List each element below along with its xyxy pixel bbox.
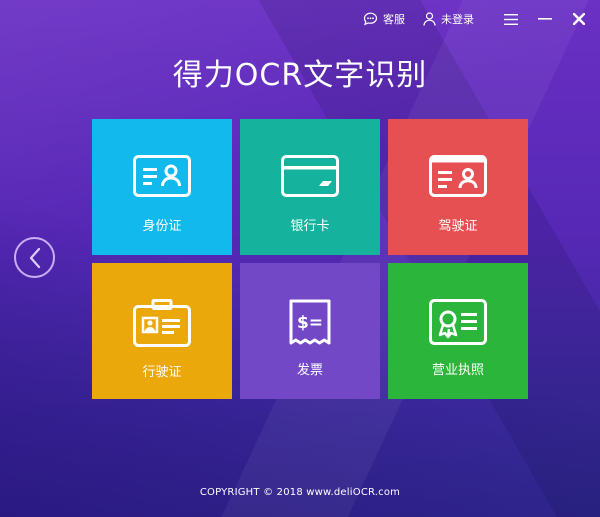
tile-id-card-label: 身份证 bbox=[142, 219, 182, 234]
previous-page-button[interactable] bbox=[14, 237, 55, 278]
tile-vehicle-license[interactable]: 行驶证 bbox=[92, 263, 232, 399]
business-license-icon bbox=[429, 299, 487, 345]
minimize-button[interactable] bbox=[528, 8, 562, 30]
tile-invoice-label: 发票 bbox=[296, 363, 323, 378]
title-bar: 客服 未登录 bbox=[363, 8, 600, 30]
user-icon bbox=[423, 12, 436, 26]
tile-bank-card[interactable]: 银行卡 bbox=[240, 119, 380, 255]
tile-business-license-label: 营业执照 bbox=[431, 363, 484, 378]
tile-bank-card-label: 银行卡 bbox=[290, 219, 330, 234]
customer-service-label: 客服 bbox=[383, 13, 405, 26]
tile-business-license[interactable]: 营业执照 bbox=[388, 263, 528, 399]
login-link[interactable]: 未登录 bbox=[423, 11, 474, 27]
chat-bubble-icon bbox=[363, 12, 378, 26]
tile-driver-license[interactable]: 驾驶证 bbox=[388, 119, 528, 255]
copyright-footer: COPYRIGHT © 2018 www.deliOCR.com bbox=[199, 487, 401, 498]
invoice-icon: $= bbox=[289, 299, 331, 345]
tile-invoice[interactable]: $= 发票 bbox=[240, 263, 380, 399]
ocr-type-grid: 身份证 银行卡 驾驶证 行驶证 $= 发票 营业执照 bbox=[92, 119, 528, 399]
close-button[interactable] bbox=[562, 8, 596, 30]
bank-card-icon bbox=[281, 155, 339, 197]
id-card-icon bbox=[133, 155, 191, 197]
tile-vehicle-license-label: 行驶证 bbox=[142, 365, 182, 380]
chevron-left-icon bbox=[29, 247, 40, 268]
close-icon bbox=[573, 13, 585, 25]
driver-license-icon bbox=[429, 155, 487, 197]
customer-service-link[interactable]: 客服 bbox=[363, 11, 405, 27]
app-title: 得力OCR文字识别 bbox=[172, 58, 428, 93]
menu-button[interactable] bbox=[494, 8, 528, 30]
tile-id-card[interactable]: 身份证 bbox=[92, 119, 232, 255]
tile-driver-license-label: 驾驶证 bbox=[438, 219, 478, 234]
hamburger-icon bbox=[504, 13, 518, 25]
minimize-icon bbox=[538, 18, 552, 20]
vehicle-license-icon bbox=[133, 299, 191, 347]
svg-text:$=: $= bbox=[297, 313, 323, 333]
login-status-label: 未登录 bbox=[441, 13, 474, 26]
